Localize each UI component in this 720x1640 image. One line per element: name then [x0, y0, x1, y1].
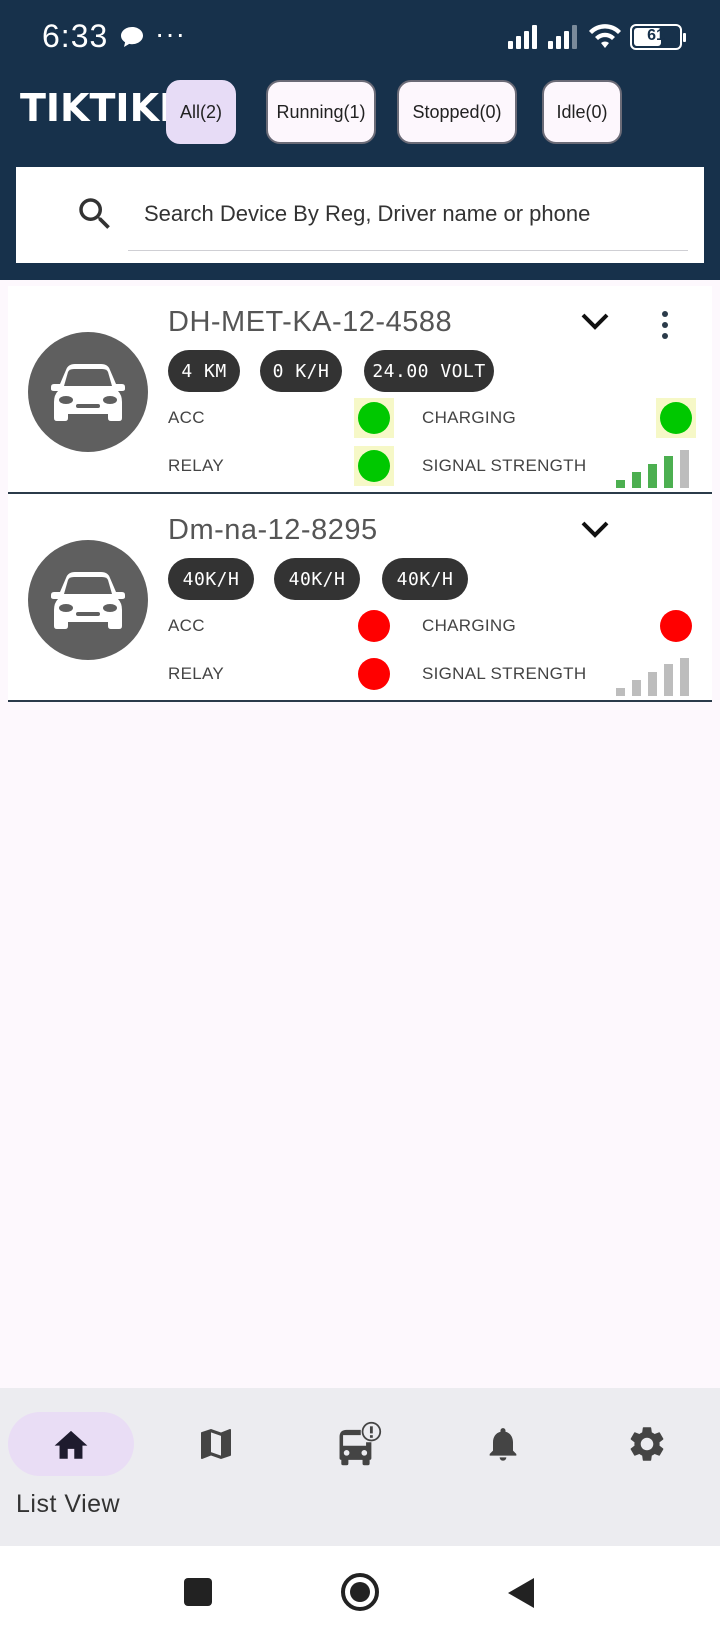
speed-badge-1: 40K/H	[168, 558, 254, 600]
signal-strength-icon	[616, 658, 689, 696]
wifi-icon	[589, 24, 621, 48]
chat-notification-icon	[120, 26, 144, 53]
home-icon	[54, 1430, 88, 1459]
device-card[interactable]: Dm-na-12-8295 40K/H 40K/H 40K/H ACC CHAR…	[8, 494, 712, 702]
filter-stopped[interactable]: Stopped(0)	[397, 80, 517, 144]
more-notifications-icon: ···	[155, 18, 186, 49]
chevron-down-icon[interactable]	[580, 520, 610, 545]
signal-bar	[616, 688, 625, 696]
speed-badge-3: 40K/H	[382, 558, 468, 600]
charging-label: CHARGING	[422, 408, 517, 427]
gear-icon	[630, 1427, 664, 1461]
search-bar[interactable]: Search Device By Reg, Driver name or pho…	[16, 167, 704, 263]
filter-all[interactable]: All(2)	[166, 80, 236, 144]
relay-status-dot	[358, 450, 390, 482]
search-underline	[128, 250, 688, 251]
signal-bar	[680, 450, 689, 488]
filter-running[interactable]: Running(1)	[266, 80, 376, 144]
car-icon	[51, 572, 125, 629]
acc-label: ACC	[168, 616, 205, 635]
acc-status-dot	[358, 610, 390, 642]
signal-bar	[632, 680, 641, 696]
more-options-icon[interactable]	[660, 310, 670, 345]
vehicle-avatar	[28, 332, 148, 452]
signal-bar	[616, 480, 625, 488]
status-time: 6:33	[42, 18, 109, 54]
voltage-badge: 24.00 VOLT	[364, 350, 494, 392]
relay-label: RELAY	[168, 664, 224, 683]
bottom-navigation: List View	[0, 1388, 720, 1546]
relay-indicator	[354, 446, 394, 486]
device-card[interactable]: DH-MET-KA-12-4588 4 KM 0 K/H 24.00 VOLT …	[8, 286, 712, 494]
relay-indicator	[354, 654, 394, 694]
chevron-down-icon[interactable]	[580, 312, 610, 337]
app-logo: TIKTIKI	[20, 86, 174, 130]
nav-map[interactable]	[153, 1412, 279, 1476]
signal-bar	[664, 456, 673, 488]
signal-bar	[648, 464, 657, 488]
nav-notifications[interactable]	[440, 1412, 566, 1476]
relay-label: RELAY	[168, 456, 224, 475]
acc-label: ACC	[168, 408, 205, 427]
signal-bar	[680, 658, 689, 696]
cell-signal-icon	[508, 25, 537, 49]
charging-status-dot	[660, 402, 692, 434]
nav-settings[interactable]	[584, 1412, 710, 1476]
battery-tip	[683, 33, 686, 42]
signal-bar	[648, 672, 657, 696]
recents-button[interactable]	[182, 1576, 214, 1608]
home-button[interactable]	[340, 1572, 380, 1612]
distance-badge: 4 KM	[168, 350, 240, 392]
signal-strength-label: SIGNAL STRENGTH	[422, 456, 587, 475]
status-bar: 6:33 ··· 61	[0, 0, 720, 80]
battery-level: 61	[647, 27, 665, 44]
signal-bar	[632, 472, 641, 488]
back-button[interactable]	[506, 1576, 536, 1610]
charging-status-dot	[660, 610, 692, 642]
search-input[interactable]: Search Device By Reg, Driver name or pho…	[144, 201, 590, 227]
status-icons: 61	[508, 24, 686, 50]
vehicle-avatar	[28, 540, 148, 660]
device-reg-number: DH-MET-KA-12-4588	[168, 306, 453, 338]
filter-idle[interactable]: Idle(0)	[542, 80, 622, 144]
speed-badge: 0 K/H	[260, 350, 342, 392]
bell-icon	[489, 1428, 517, 1461]
charging-label: CHARGING	[422, 616, 517, 635]
signal-bar	[664, 664, 673, 696]
nav-vehicle-alerts[interactable]	[296, 1412, 422, 1476]
car-icon	[51, 364, 125, 421]
signal-strength-icon	[616, 450, 689, 488]
charging-indicator	[656, 398, 696, 438]
filter-chips: All(2) Running(1) Stopped(0) Idle(0)	[166, 80, 706, 144]
speed-badge-2: 40K/H	[274, 558, 360, 600]
system-navigation-bar	[0, 1546, 720, 1640]
relay-status-dot	[358, 658, 390, 690]
app-header: 6:33 ··· 61 TIKTIKI All(2) Running(1) St…	[0, 0, 720, 280]
acc-status-dot	[358, 402, 390, 434]
battery-icon: 61	[630, 24, 686, 50]
nav-list-view-label: List View	[16, 1490, 121, 1518]
map-icon	[201, 1429, 231, 1459]
device-reg-number: Dm-na-12-8295	[168, 514, 378, 546]
bus-alert-icon	[339, 1421, 382, 1466]
cell-signal-2-icon	[548, 25, 577, 49]
signal-strength-label: SIGNAL STRENGTH	[422, 664, 587, 683]
search-icon	[74, 193, 116, 240]
acc-indicator	[354, 398, 394, 438]
nav-list-view[interactable]	[8, 1412, 134, 1476]
charging-indicator	[656, 606, 696, 646]
acc-indicator	[354, 606, 394, 646]
